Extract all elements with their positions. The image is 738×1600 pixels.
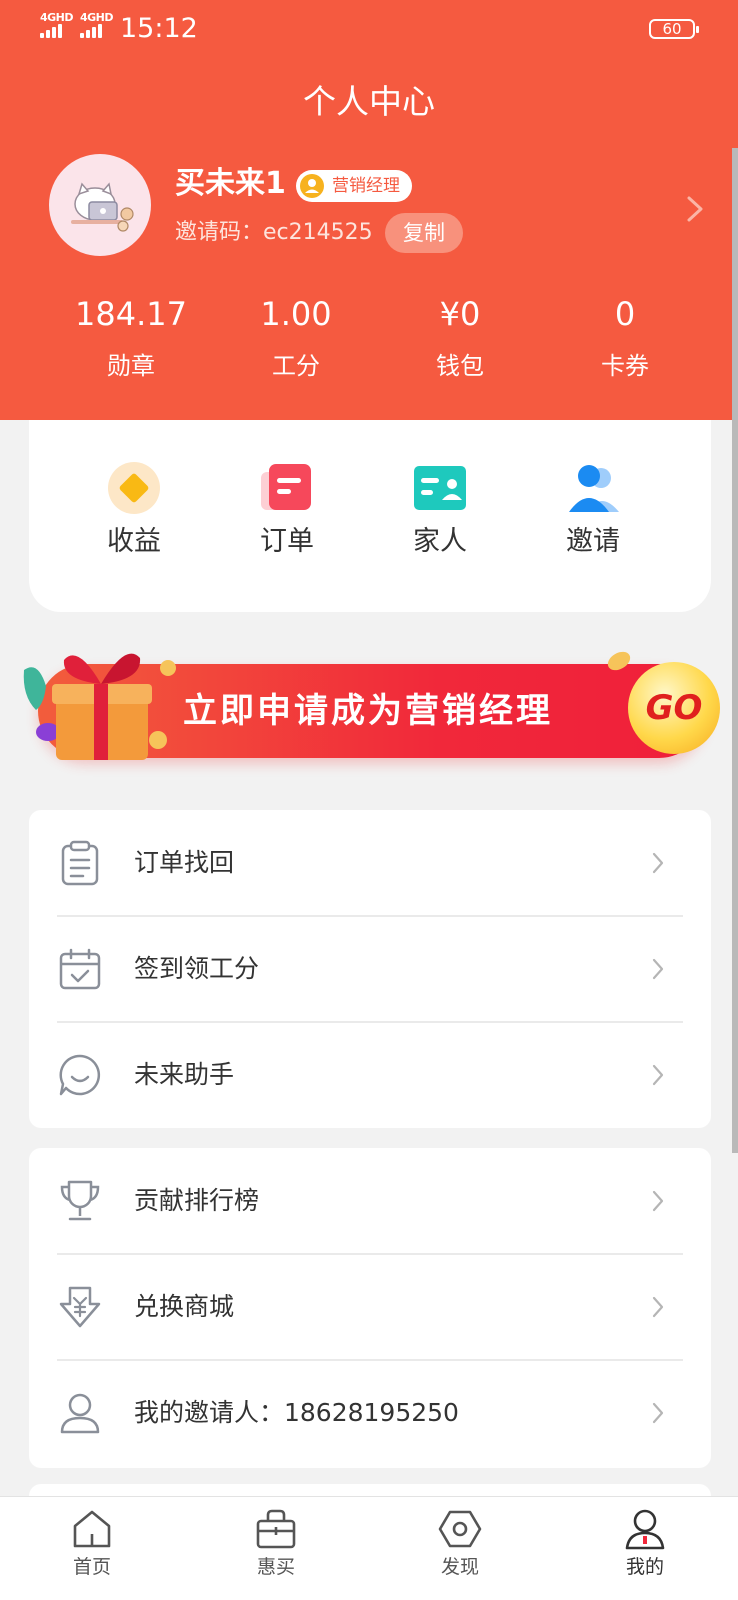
quick-action-invite[interactable]: 邀请 — [533, 460, 653, 562]
profile-header: 4GHD 4GHD 15:12 60 个人中心 买未来1 营销经理 邀请码：ec… — [0, 0, 738, 420]
menu-item-label: 兑换商城 — [134, 1292, 235, 1321]
stat-work-points[interactable]: 1.00 工分 — [214, 290, 378, 388]
status-time: 15:12 — [120, 13, 198, 44]
bottom-tab-bar: 首页 惠买 发现 我的 — [0, 1496, 738, 1600]
quick-action-orders[interactable]: 订单 — [227, 460, 347, 562]
stat-label: 勋章 — [107, 352, 155, 380]
chevron-right-icon[interactable] — [683, 192, 707, 226]
clipboard-icon — [61, 840, 99, 886]
stat-label: 钱包 — [436, 352, 484, 380]
menu-item-assistant[interactable]: 未来助手 — [29, 1022, 711, 1128]
chevron-right-icon — [652, 1190, 664, 1212]
tab-label: 首页 — [72, 1556, 111, 1578]
tab-deals[interactable]: 惠买 — [216, 1507, 336, 1581]
menu-item-my-inviter[interactable]: 我的邀请人：18628195250 — [29, 1360, 711, 1466]
stat-wallet[interactable]: ¥0 钱包 — [378, 290, 542, 388]
role-badge-label: 营销经理 — [332, 176, 400, 196]
profile-icon — [625, 1509, 665, 1550]
signal-indicator-2: 4GHD — [80, 11, 114, 38]
menu-item-label: 贡献排行榜 — [134, 1186, 260, 1215]
stat-label: 工分 — [272, 352, 320, 380]
apply-manager-banner[interactable]: 立即申请成为营销经理 GO — [18, 640, 720, 770]
manager-icon — [300, 174, 324, 198]
order-icon — [259, 460, 315, 516]
cat-avatar-icon — [71, 182, 134, 232]
tab-label: 惠买 — [256, 1556, 295, 1578]
stat-value: 184.17 — [75, 295, 187, 333]
trophy-icon — [60, 1180, 100, 1221]
network-type-label: 4GHD — [40, 11, 74, 24]
stat-label: 卡券 — [601, 352, 649, 380]
copy-button[interactable]: 复制 — [385, 213, 463, 253]
battery-icon: 60 — [649, 19, 699, 39]
signal-bars-icon — [40, 24, 62, 38]
quick-action-label: 订单 — [260, 526, 314, 557]
shopping-bag-icon — [256, 1509, 296, 1549]
stat-medals[interactable]: 184.17 勋章 — [49, 290, 213, 388]
menu-item-label: 未来助手 — [134, 1060, 235, 1089]
stat-value: ¥0 — [439, 295, 481, 333]
calendar-check-icon — [59, 948, 101, 990]
chevron-right-icon — [652, 958, 664, 980]
discover-icon — [438, 1510, 482, 1548]
coin-icon — [607, 651, 631, 671]
chevron-right-icon — [652, 1296, 664, 1318]
menu-item-check-in[interactable]: 签到领工分 — [29, 916, 711, 1022]
gift-box-icon — [23, 653, 176, 760]
invite-code: 邀请码：ec214525 — [175, 220, 373, 245]
menu-item-label: 订单找回 — [134, 848, 235, 877]
home-icon — [73, 1510, 111, 1548]
chevron-right-icon — [652, 1064, 664, 1086]
network-type-label: 4GHD — [80, 11, 114, 24]
tab-label: 发现 — [440, 1556, 479, 1578]
chevron-right-icon — [652, 852, 664, 874]
quick-action-earnings[interactable]: 收益 — [74, 460, 194, 562]
avatar[interactable] — [49, 154, 151, 256]
signal-bars-icon — [80, 24, 102, 38]
go-button[interactable]: GO — [628, 662, 720, 754]
menu-item-exchange-mall[interactable]: 兑换商城 — [29, 1254, 711, 1360]
quick-action-label: 邀请 — [566, 526, 620, 557]
tab-home[interactable]: 首页 — [32, 1507, 152, 1581]
menu-item-order-recovery[interactable]: 订单找回 — [29, 810, 711, 916]
quick-action-label: 收益 — [107, 526, 161, 557]
status-bar: 4GHD 4GHD 15:12 60 — [0, 0, 738, 56]
quick-action-family[interactable]: 家人 — [380, 460, 500, 562]
scroll-indicator — [732, 148, 738, 1153]
signal-indicator-1: 4GHD — [40, 11, 74, 38]
stat-coupons[interactable]: 0 卡券 — [543, 290, 707, 388]
person-icon — [60, 1393, 100, 1434]
chevron-right-icon — [652, 1402, 664, 1424]
menu-group-1: 订单找回 签到领工分 未来助手 — [29, 810, 711, 1128]
banner-text: 立即申请成为营销经理 — [183, 691, 553, 731]
quick-action-label: 家人 — [413, 526, 467, 557]
role-badge: 营销经理 — [296, 170, 412, 202]
menu-item-label: 签到领工分 — [134, 954, 260, 983]
yuan-download-icon — [59, 1286, 101, 1328]
tab-mine[interactable]: 我的 — [585, 1507, 705, 1581]
username: 买未来1 — [175, 166, 286, 201]
diamond-icon — [106, 460, 162, 516]
id-card-icon — [412, 460, 468, 516]
page-title: 个人中心 — [303, 82, 435, 121]
stat-value: 0 — [614, 295, 636, 333]
menu-group-2: 贡献排行榜 兑换商城 我的邀请人：18628195250 — [29, 1148, 711, 1468]
tab-label: 我的 — [625, 1556, 664, 1578]
stat-value: 1.00 — [260, 295, 332, 333]
quick-actions-card: 收益 订单 家人 邀请 — [29, 420, 711, 612]
menu-item-label: 我的邀请人：18628195250 — [134, 1398, 459, 1427]
menu-item-leaderboard[interactable]: 贡献排行榜 — [29, 1148, 711, 1254]
tab-discover[interactable]: 发现 — [400, 1507, 520, 1581]
stats-row: 184.17 勋章 1.00 工分 ¥0 钱包 0 卡券 — [0, 290, 738, 390]
invite-icon — [565, 460, 621, 516]
chat-bubble-icon — [59, 1054, 101, 1096]
